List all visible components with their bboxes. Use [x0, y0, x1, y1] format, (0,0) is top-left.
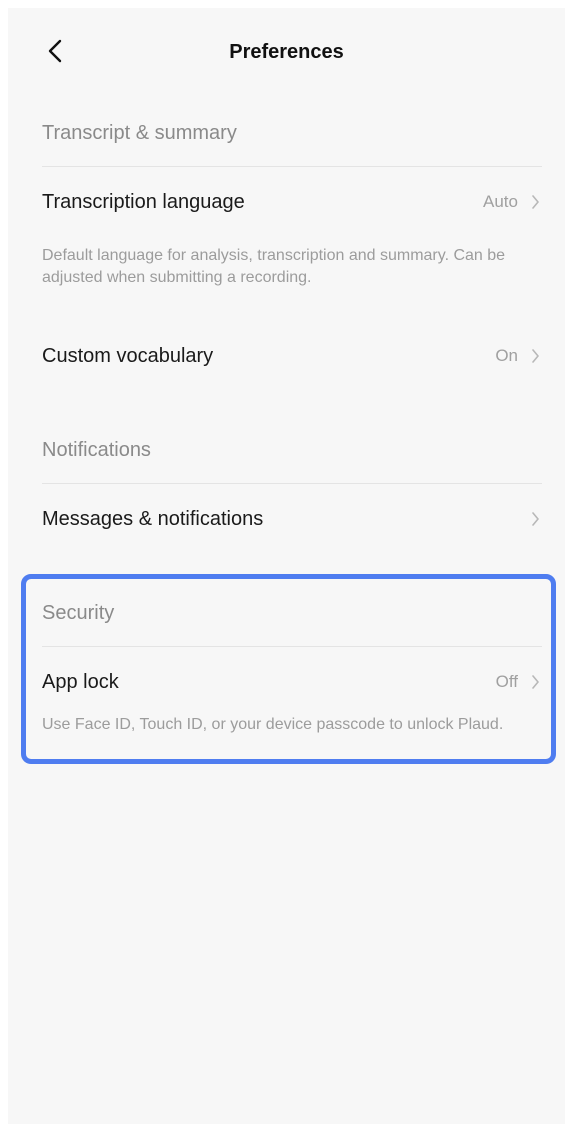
messages-notifications-row[interactable]: Messages & notifications: [42, 499, 542, 539]
custom-vocabulary-row[interactable]: Custom vocabulary On: [42, 336, 542, 376]
row-value: Off: [495, 672, 518, 691]
section-title-security: Security: [42, 602, 115, 624]
chevron-right-icon: [528, 349, 542, 363]
transcription-language-description: Default language for analysis, transcrip…: [42, 247, 506, 286]
section-divider: [42, 483, 542, 484]
chevron-right-icon: [528, 195, 542, 209]
chevron-right-icon: [528, 675, 542, 689]
row-label: Transcription language: [42, 190, 245, 213]
row-label: Custom vocabulary: [42, 344, 214, 367]
section-title-notifications: Notifications: [42, 439, 151, 461]
app-lock-description: Use Face ID, Touch ID, or your device pa…: [42, 716, 504, 733]
row-label: App lock: [42, 670, 119, 693]
section-divider: [42, 646, 542, 647]
preferences-screen: Preferences Transcript & summary Transcr…: [8, 8, 565, 1124]
nav-header: Preferences: [8, 8, 565, 98]
app-lock-row[interactable]: App lock Off: [42, 662, 542, 702]
chevron-right-icon: [528, 512, 542, 526]
section-title-transcript-summary: Transcript & summary: [42, 122, 237, 144]
row-value: On: [495, 346, 518, 365]
row-label: Messages & notifications: [42, 507, 264, 530]
row-value: Auto: [483, 192, 518, 211]
page-title: Preferences: [229, 41, 344, 63]
transcription-language-row[interactable]: Transcription language Auto: [42, 182, 542, 222]
section-divider: [42, 166, 542, 167]
